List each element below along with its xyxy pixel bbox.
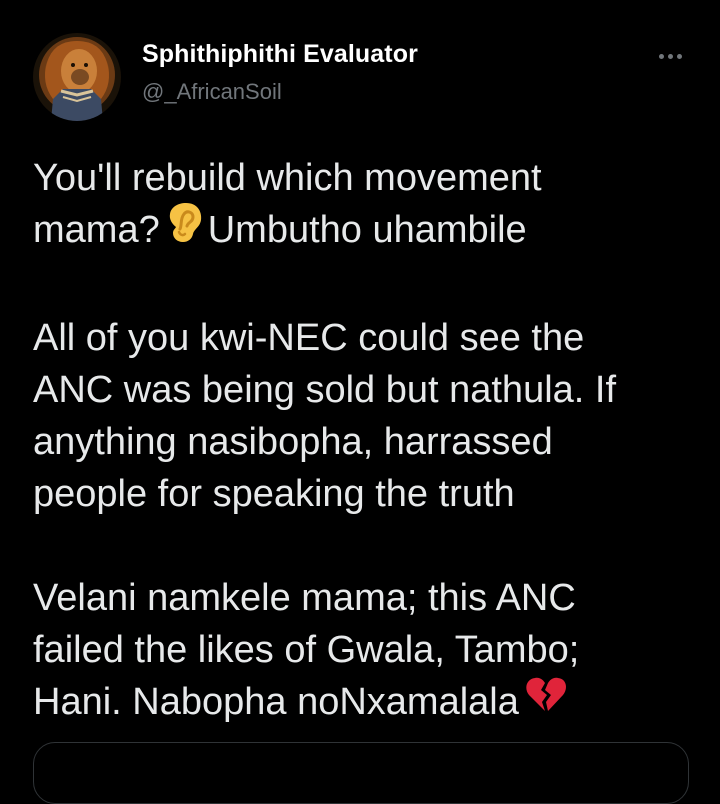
tweet-line: mama? Umbutho uhambile — [33, 201, 703, 260]
author-handle[interactable]: @_AfricanSoil — [142, 79, 282, 105]
lion-avatar-icon[interactable] — [33, 33, 121, 121]
broken-heart-emoji — [525, 675, 567, 727]
more-dot — [667, 53, 673, 59]
tweet-text: You'll rebuild which movement mama? Umbu… — [33, 152, 703, 782]
tweet-line: anything nasibopha, harrassed — [33, 421, 553, 463]
tweet-line-text: mama? — [33, 209, 160, 252]
tweet-line: people for speaking the truth — [33, 473, 515, 515]
author-display-name[interactable]: Sphithiphithi Evaluator — [142, 40, 418, 69]
quoted-card[interactable] — [33, 742, 689, 804]
tweet-line: failed the likes of Gwala, Tambo; — [33, 629, 580, 671]
more-dot — [658, 53, 664, 59]
tweet-paragraph: You'll rebuild which movement mama? Umbu… — [33, 152, 703, 260]
tweet-paragraph: All of you kwi-NEC could see the ANC was… — [33, 312, 703, 520]
more-horizontal-icon[interactable] — [650, 44, 690, 68]
tweet-line: Velani namkele mama; this ANC — [33, 577, 576, 619]
tweet-line: You'll rebuild which movement — [33, 157, 542, 199]
tweet-paragraph: Velani namkele mama; this ANC failed the… — [33, 572, 703, 730]
tweet-line-text: Hani. Nabopha noNxamalala — [33, 681, 519, 723]
tweet-line-text: Umbutho uhambile — [207, 209, 527, 252]
tweet: Sphithiphithi Evaluator @_AfricanSoil Yo… — [0, 0, 720, 804]
tweet-line: ANC was being sold but nathula. If — [33, 369, 617, 411]
ear-emoji — [166, 201, 204, 257]
tweet-line: Hani. Nabopha noNxamalala — [33, 676, 703, 730]
tweet-line: All of you kwi-NEC could see the — [33, 317, 585, 359]
more-dot — [676, 53, 682, 59]
